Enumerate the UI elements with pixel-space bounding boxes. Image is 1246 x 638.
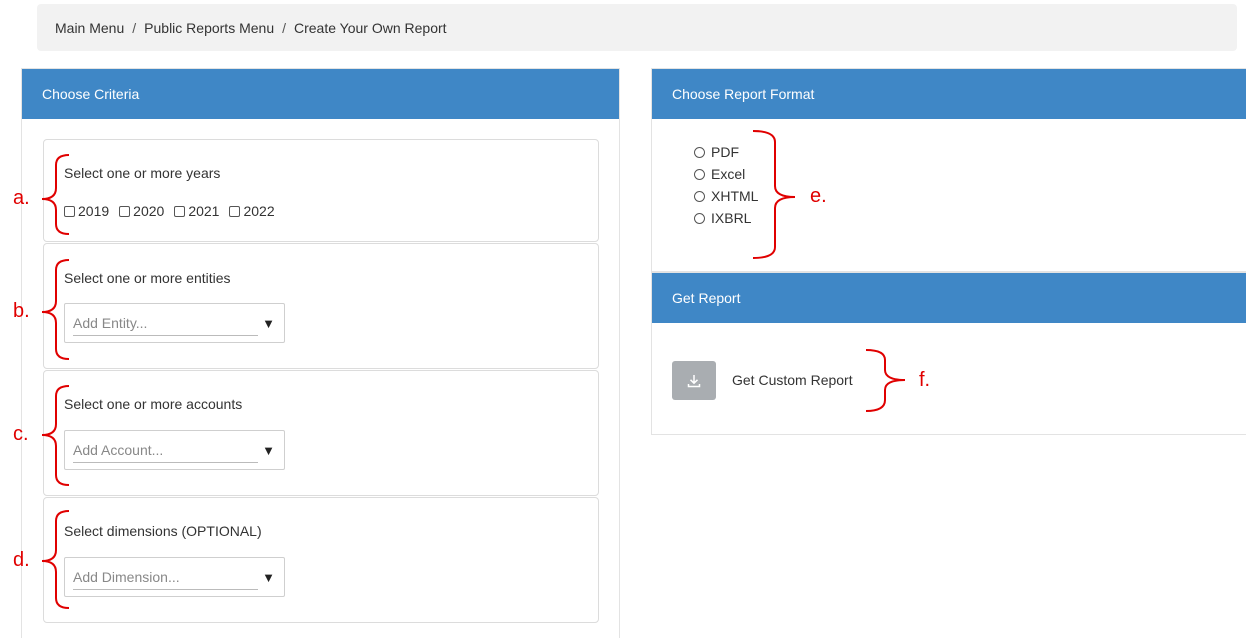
checkbox-icon[interactable] <box>174 205 186 217</box>
download-icon <box>687 374 701 387</box>
checkbox-icon[interactable] <box>64 205 75 217</box>
annotation-a: a. <box>13 187 30 209</box>
chevron-down-icon[interactable]: ▼ <box>262 570 275 585</box>
radio-icon[interactable] <box>694 146 705 158</box>
years-section-title: Select one or more years <box>64 165 221 181</box>
format-label: Excel <box>711 166 746 182</box>
entity-select-placeholder: Add Entity... <box>73 315 258 336</box>
account-select[interactable]: Add Account... ▼ <box>64 430 285 470</box>
breadcrumb-public-reports-menu[interactable]: Public Reports Menu <box>144 20 274 36</box>
breadcrumb: Main Menu / Public Reports Menu / Create… <box>37 4 1237 51</box>
year-2020-checkbox[interactable]: 2020 <box>119 203 164 219</box>
format-pdf-radio[interactable]: PDF <box>694 141 758 163</box>
year-label: 2019 <box>78 203 110 219</box>
dimensions-section: Select dimensions (OPTIONAL) Add Dimensi… <box>43 497 599 623</box>
criteria-panel-header: Choose Criteria <box>22 69 619 119</box>
checkbox-icon[interactable] <box>229 205 241 217</box>
year-2019-checkbox[interactable]: 2019 <box>64 203 109 219</box>
year-2021-checkbox[interactable]: 2021 <box>174 203 219 219</box>
year-2022-checkbox[interactable]: 2022 <box>229 203 275 219</box>
entities-section-title: Select one or more entities <box>64 270 231 286</box>
breadcrumb-separator: / <box>132 19 137 36</box>
breadcrumb-separator: / <box>282 19 286 36</box>
format-excel-radio[interactable]: Excel <box>694 163 758 185</box>
dimensions-section-title: Select dimensions (OPTIONAL) <box>64 523 262 539</box>
chevron-down-icon[interactable]: ▼ <box>262 443 275 458</box>
year-options: 2019 2020 2021 2022 <box>64 203 275 219</box>
breadcrumb-main-menu[interactable]: Main Menu <box>55 20 124 36</box>
year-label: 2020 <box>133 203 165 219</box>
annotation-f: f. <box>919 369 931 391</box>
get-custom-report-label[interactable]: Get Custom Report <box>732 372 853 388</box>
report-panel-header: Get Report <box>652 273 1246 323</box>
radio-icon[interactable] <box>694 168 705 180</box>
year-label: 2022 <box>243 203 275 219</box>
format-panel: Choose Report Format PDF Excel XHTML IXB… <box>651 68 1246 272</box>
year-label: 2021 <box>188 203 220 219</box>
format-xhtml-radio[interactable]: XHTML <box>694 185 758 207</box>
accounts-section: Select one or more accounts Add Account.… <box>43 370 599 496</box>
years-section: Select one or more years 2019 2020 2021 … <box>43 139 599 242</box>
criteria-panel: Choose Criteria Select one or more years… <box>21 68 620 638</box>
get-custom-report-button[interactable] <box>672 361 716 400</box>
format-label: XHTML <box>711 188 759 204</box>
checkbox-icon[interactable] <box>119 205 131 217</box>
annotation-b: b. <box>13 300 30 322</box>
radio-icon[interactable] <box>694 190 705 202</box>
annotation-c: c. <box>13 423 29 445</box>
dimension-select[interactable]: Add Dimension... ▼ <box>64 557 285 597</box>
format-panel-header: Choose Report Format <box>652 69 1246 119</box>
format-label: PDF <box>711 144 739 160</box>
entities-section: Select one or more entities Add Entity..… <box>43 243 599 369</box>
entity-select[interactable]: Add Entity... ▼ <box>64 303 285 343</box>
radio-icon[interactable] <box>694 212 705 224</box>
format-ixbrl-radio[interactable]: IXBRL <box>694 207 758 229</box>
annotation-e: e. <box>810 185 827 207</box>
accounts-section-title: Select one or more accounts <box>64 396 243 412</box>
account-select-placeholder: Add Account... <box>73 442 258 463</box>
format-label: IXBRL <box>711 210 752 226</box>
annotation-d: d. <box>13 549 30 571</box>
format-options: PDF Excel XHTML IXBRL <box>694 141 758 229</box>
chevron-down-icon[interactable]: ▼ <box>262 316 275 331</box>
dimension-select-placeholder: Add Dimension... <box>73 569 258 590</box>
report-panel: Get Report Get Custom Report <box>651 272 1246 435</box>
breadcrumb-current-page: Create Your Own Report <box>294 19 447 36</box>
